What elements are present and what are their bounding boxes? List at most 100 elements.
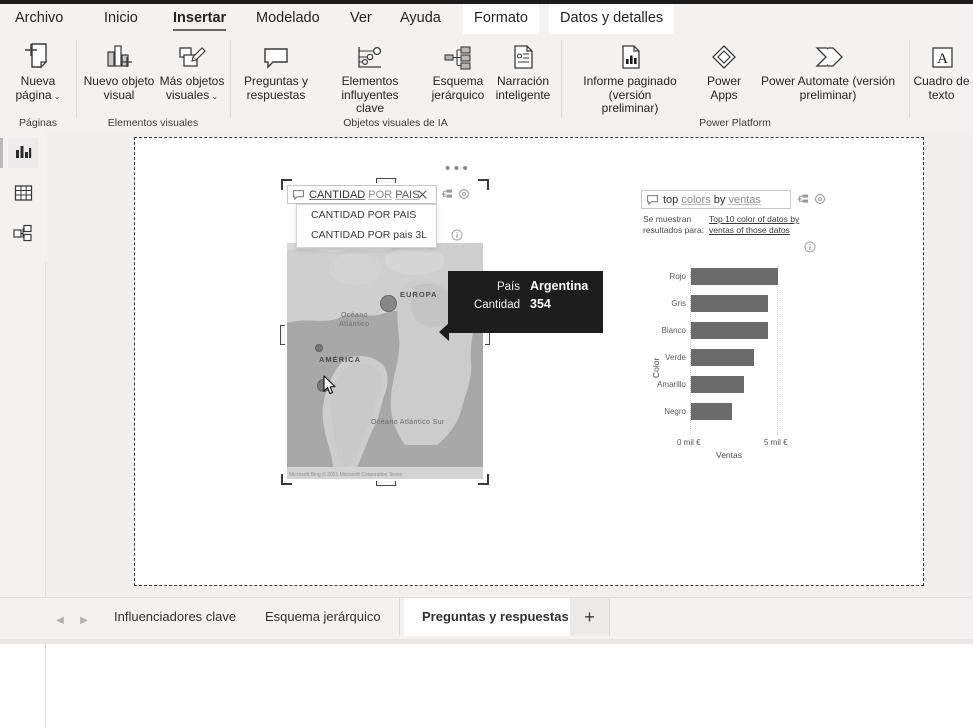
qna-results-value-line1: Top 10 color of datos by — [709, 214, 800, 224]
new-visual-button[interactable]: Nuevo objeto visual — [79, 38, 159, 102]
gear-icon[interactable] — [813, 192, 827, 206]
ribbon-group-power-platform: Informe paginado (versión preliminar) Po… — [562, 34, 908, 131]
x-axis-tick-5mil: 5 mil € — [764, 438, 788, 447]
map-bubble-small[interactable] — [315, 344, 323, 352]
map-label-america: AMÉRICA — [319, 355, 361, 364]
ribbon-tab-formato[interactable]: Formato — [463, 4, 539, 34]
convert-to-visual-icon[interactable] — [440, 187, 454, 201]
ribbon-tab-label: Archivo — [15, 10, 64, 26]
key-influencers-button[interactable]: Elementos influyentes clave — [315, 38, 425, 116]
bar-amarillo[interactable] — [691, 376, 744, 393]
grid-line-5mil — [777, 265, 779, 435]
ribbon-tab-insertar[interactable]: Insertar — [162, 4, 237, 34]
more-visuals-label: Más objetos visuales ⌄ — [159, 74, 225, 102]
visual-more-options-button[interactable]: ••• — [445, 161, 479, 176]
new-page-button[interactable]: Nueva página ⌄ — [3, 38, 73, 103]
bar-gris[interactable] — [691, 295, 768, 312]
map-bubble-europa[interactable] — [380, 295, 397, 312]
ribbon-tab-label: Inicio — [104, 10, 138, 26]
report-canvas-area[interactable]: ••• EUROPA Océano Atlántico AMÉRICA Océa… — [46, 131, 973, 597]
decomposition-tree-label: Esquema jerárquico — [431, 74, 485, 102]
page-tab-preguntas-y-respuestas[interactable]: Preguntas y respuestas — [404, 598, 588, 636]
smart-narrative-button[interactable]: Narración inteligente — [490, 38, 556, 102]
qna-chart-question-input[interactable]: top colors by ventas — [641, 190, 791, 209]
tooltip-key: Cantidad — [473, 299, 520, 311]
new-visual-label: Nuevo objeto visual — [83, 74, 155, 102]
qna-map-visual[interactable]: EUROPA Océano Atlántico AMÉRICA Océano A… — [285, 183, 603, 481]
info-icon[interactable] — [450, 228, 464, 242]
page-prev-button[interactable]: ◀ — [48, 607, 72, 633]
power-automate-label: Power Automate (versión preliminar) — [760, 74, 896, 102]
page-tab-esquema-jerarquico[interactable]: Esquema jerárquico — [247, 598, 400, 636]
power-apps-button[interactable]: Power Apps — [698, 38, 750, 102]
x-axis-title: Ventas — [716, 450, 742, 460]
ribbon-tab-ayuda[interactable]: Ayuda — [389, 4, 452, 34]
ribbon-tab-label: Insertar — [173, 10, 227, 26]
text-box-button[interactable]: A Cuadro de texto — [910, 38, 973, 102]
ribbon-tab-ver[interactable]: Ver — [339, 4, 383, 34]
view-rail — [0, 131, 46, 728]
key-influencers-label: Elementos influyentes clave — [341, 74, 399, 115]
qna-suggestion-item[interactable]: CANTIDAD POR pais 3L — [297, 225, 436, 245]
more-visuals-button[interactable]: Más objetos visuales ⌄ — [155, 38, 229, 103]
qna-results-value[interactable]: Top 10 color of datos by ventas of those… — [709, 214, 819, 235]
map-label-oceano: Océano — [341, 312, 368, 319]
map-label-atlantico: Atlántico — [339, 321, 370, 328]
tooltip-row: Cantidad 354 — [457, 296, 592, 314]
ribbon-tab-datos-y-detalles[interactable]: Datos y detalles — [549, 4, 675, 34]
qna-input-icon — [647, 194, 658, 205]
paginated-report-button[interactable]: Informe paginado (versión preliminar) — [564, 38, 696, 116]
info-icon[interactable] — [803, 240, 817, 254]
gear-icon[interactable] — [457, 187, 471, 201]
report-page[interactable]: ••• EUROPA Océano Atlántico AMÉRICA Océa… — [134, 137, 924, 586]
qna-suggestion-item[interactable]: CANTIDAD POR PAIS — [297, 205, 436, 225]
ribbon-tab-label: Formato — [474, 10, 528, 26]
bar-chart[interactable]: Color Rojo Gris Blanco Verde Amarillo Ne… — [641, 260, 837, 480]
tooltip-value: Argentina — [530, 279, 589, 293]
convert-to-visual-icon[interactable] — [796, 192, 810, 206]
bar-category-label: Rojo — [669, 272, 686, 281]
bar-blanco[interactable] — [691, 322, 768, 339]
svg-text:A: A — [937, 51, 948, 67]
more-visuals-icon — [155, 38, 229, 72]
bar-verde[interactable] — [691, 349, 754, 366]
qna-input-icon — [293, 189, 304, 200]
x-axis-tick-0: 0 mil € — [677, 438, 701, 447]
qna-chart-visual[interactable]: top colors by ventas Se muestran resulta… — [641, 190, 837, 480]
ribbon-group-texto: A Cuadro de texto — [910, 34, 973, 131]
active-tab-underline — [173, 28, 227, 31]
qna-input-value: CANTIDAD POR PAIS — [309, 188, 420, 201]
text-box-label: Cuadro de texto — [913, 74, 970, 102]
ribbon: Nueva página ⌄ Páginas Nuevo objeto visu… — [0, 34, 973, 165]
ribbon-tab-label: Ayuda — [400, 10, 441, 26]
ribbon-tab-inicio[interactable]: Inicio — [93, 4, 149, 34]
qna-results-label: Se muestran resultados para: — [643, 214, 705, 235]
bar-rojo[interactable] — [691, 268, 778, 285]
add-page-button[interactable]: + — [570, 598, 610, 636]
text-box-icon: A — [910, 38, 973, 72]
tooltip-row: País Argentina — [457, 278, 592, 296]
sidebar-item-report-view[interactable] — [8, 138, 38, 168]
data-table-icon — [14, 184, 33, 205]
qna-suggestion-list[interactable]: CANTIDAD POR PAIS CANTIDAD POR pais 3L — [296, 204, 437, 248]
sidebar-item-data-view[interactable] — [8, 179, 38, 209]
qna-results-label-line2: resultados para: — [643, 224, 704, 235]
smart-narrative-label: Narración inteligente — [495, 74, 551, 102]
sidebar-item-model-view[interactable] — [8, 220, 38, 250]
power-bi-desktop-window: Archivo Inicio Insertar Modelado Ver Ayu… — [0, 0, 973, 728]
page-next-button[interactable]: ▶ — [72, 607, 96, 633]
ribbon-tab-modelado[interactable]: Modelado — [245, 4, 331, 34]
map-attribution: Microsoft Bing © 2021 Microsoft Corporat… — [289, 472, 403, 478]
page-tab-influenciadores-clave[interactable]: Influenciadores clave — [96, 598, 256, 636]
bar-negro[interactable] — [691, 403, 732, 420]
qna-clear-button[interactable] — [415, 187, 430, 202]
decomposition-tree-button[interactable]: Esquema jerárquico — [425, 38, 491, 102]
ribbon-tab-archivo[interactable]: Archivo — [4, 4, 74, 34]
power-automate-icon — [750, 38, 906, 72]
ribbon-tab-label: Modelado — [256, 10, 320, 26]
qna-button[interactable]: Preguntas y respuestas — [235, 38, 317, 102]
tabbar-bottom-strip — [0, 639, 973, 644]
decomposition-tree-icon — [425, 38, 491, 72]
power-apps-icon — [698, 38, 750, 72]
power-automate-button[interactable]: Power Automate (versión preliminar) — [750, 38, 906, 102]
